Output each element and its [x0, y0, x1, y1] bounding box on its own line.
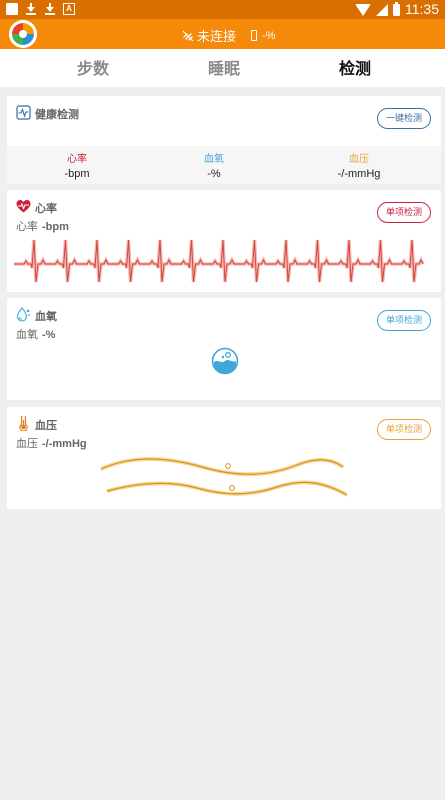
- blood-oxygen-reading: 血氧 -%: [16, 326, 55, 342]
- blood-oxygen-card: 血氧 血氧 -% 单项检测: [7, 298, 441, 400]
- blood-pressure-waves: [100, 457, 347, 497]
- app-logo-icon[interactable]: [9, 20, 37, 48]
- blood-pressure-reading: 血压 -/-mmHg: [16, 435, 87, 451]
- summary-heart-rate-label: 心率: [67, 154, 87, 165]
- status-time: 11:35: [405, 1, 439, 17]
- connection-text: 未连接: [197, 29, 237, 44]
- heart-rate-title: 心率: [35, 203, 57, 215]
- blood-pressure-sub-label: 血压: [16, 438, 38, 450]
- blood-pressure-card: 血压 血压 -/-mmHg 单项检测: [7, 407, 441, 509]
- heart-rate-sub-label: 心率: [16, 221, 38, 233]
- device-battery-icon: [251, 30, 258, 41]
- blood-oxygen-single-check-button[interactable]: 单项检测: [377, 310, 431, 331]
- wifi-icon: [355, 3, 371, 16]
- summary-heart-rate: 心率 -bpm: [17, 150, 137, 180]
- download-icon: [25, 3, 37, 15]
- blood-oxygen-sub-label: 血氧: [16, 329, 38, 341]
- system-icons: 11:35: [355, 1, 439, 17]
- blood-pressure-single-check-button[interactable]: 单项检测: [377, 419, 431, 440]
- a-app-icon: A: [63, 3, 75, 15]
- notification-icons: A: [6, 3, 75, 15]
- heart-rate-single-check-button[interactable]: 单项检测: [377, 202, 431, 223]
- notification-square-icon: [6, 3, 18, 15]
- tab-detect[interactable]: 检测: [325, 55, 385, 79]
- app-bar: 未连接 -%: [0, 19, 445, 49]
- one-click-check-button[interactable]: 一键检测: [377, 108, 431, 129]
- heart-rate-sub-value: -bpm: [42, 221, 69, 233]
- heart-pulse-icon: [16, 200, 31, 213]
- health-monitor-icon: [16, 105, 31, 120]
- download-icon: [44, 3, 56, 15]
- oxygen-level-icon: [211, 347, 239, 375]
- device-battery-text: -%: [262, 29, 276, 42]
- thermometer-icon: [19, 416, 28, 431]
- ecg-line: [14, 239, 424, 283]
- blood-pressure-sub-value: -/-mmHg: [42, 438, 87, 450]
- health-summary: 心率 -bpm 血氧 -% 血压 -/-mmHg: [7, 146, 441, 184]
- blood-oxygen-sub-value: -%: [42, 329, 56, 341]
- summary-blood-pressure-value: -/-mmHg: [337, 168, 381, 180]
- connection-status[interactable]: 未连接 -%: [182, 26, 275, 45]
- water-drop-icon: [16, 307, 30, 322]
- summary-blood-pressure-label: 血压: [349, 154, 369, 165]
- summary-heart-rate-value: -bpm: [64, 168, 90, 180]
- link-broken-icon: [182, 30, 194, 41]
- health-check-title: 健康检测: [35, 109, 79, 121]
- summary-blood-oxygen-label: 血氧: [204, 154, 224, 165]
- blood-pressure-title: 血压: [35, 420, 57, 432]
- status-bar: A 11:35: [0, 0, 445, 19]
- heart-rate-card: 心率 心率 -bpm 单项检测: [7, 190, 441, 292]
- heart-rate-reading: 心率 -bpm: [16, 218, 69, 234]
- summary-blood-pressure: 血压 -/-mmHg: [299, 150, 419, 180]
- ecg-waveform: [14, 239, 425, 283]
- summary-blood-oxygen-value: -%: [207, 168, 221, 180]
- tab-steps[interactable]: 步数: [63, 55, 123, 79]
- battery-icon: [393, 1, 400, 16]
- tab-sleep[interactable]: 睡眠: [194, 55, 254, 79]
- blood-oxygen-title: 血氧: [35, 311, 57, 323]
- summary-blood-oxygen: 血氧 -%: [154, 150, 274, 180]
- tab-bar: 步数 睡眠 检测: [0, 49, 445, 87]
- signal-icon: [376, 3, 388, 16]
